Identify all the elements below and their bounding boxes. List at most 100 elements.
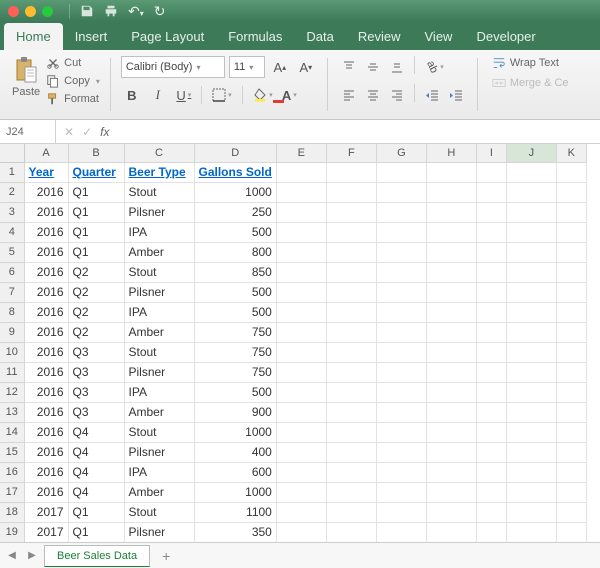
column-header-F[interactable]: F xyxy=(326,144,376,162)
select-all-corner[interactable] xyxy=(0,144,24,162)
undo-icon[interactable]: ↶▾ xyxy=(128,3,144,20)
row-header-10[interactable]: 10 xyxy=(0,342,24,362)
cell-H4[interactable] xyxy=(426,222,476,242)
cell-I19[interactable] xyxy=(476,522,506,542)
cell-I7[interactable] xyxy=(476,282,506,302)
cell-J16[interactable] xyxy=(506,462,556,482)
cell-H15[interactable] xyxy=(426,442,476,462)
cell-C18[interactable]: Stout xyxy=(124,502,194,522)
cell-C2[interactable]: Stout xyxy=(124,182,194,202)
fill-color-button[interactable]: ▾ xyxy=(249,84,277,106)
cell-A10[interactable]: 2016 xyxy=(24,342,68,362)
cell-E15[interactable] xyxy=(276,442,326,462)
row-header-5[interactable]: 5 xyxy=(0,242,24,262)
column-header-G[interactable]: G xyxy=(376,144,426,162)
merge-button[interactable]: Merge & Ce xyxy=(492,76,569,90)
cell-D4[interactable]: 500 xyxy=(194,222,276,242)
cell-G17[interactable] xyxy=(376,482,426,502)
cell-B2[interactable]: Q1 xyxy=(68,182,124,202)
cell-F12[interactable] xyxy=(326,382,376,402)
cell-C1[interactable]: Beer Type xyxy=(124,162,194,182)
cell-E7[interactable] xyxy=(276,282,326,302)
cell-K6[interactable] xyxy=(556,262,586,282)
redo-icon[interactable]: ↻ xyxy=(154,3,166,20)
cell-J5[interactable] xyxy=(506,242,556,262)
cell-H2[interactable] xyxy=(426,182,476,202)
column-header-H[interactable]: H xyxy=(426,144,476,162)
cell-J17[interactable] xyxy=(506,482,556,502)
cell-C10[interactable]: Stout xyxy=(124,342,194,362)
cell-G8[interactable] xyxy=(376,302,426,322)
cell-F16[interactable] xyxy=(326,462,376,482)
cell-F7[interactable] xyxy=(326,282,376,302)
ribbon-tab-data[interactable]: Data xyxy=(294,23,345,50)
window-close[interactable] xyxy=(8,6,19,17)
cell-J7[interactable] xyxy=(506,282,556,302)
cell-D15[interactable]: 400 xyxy=(194,442,276,462)
cell-C13[interactable]: Amber xyxy=(124,402,194,422)
cell-A9[interactable]: 2016 xyxy=(24,322,68,342)
shrink-font-button[interactable]: A▾ xyxy=(295,56,317,78)
cut-button[interactable]: Cut xyxy=(46,56,100,70)
cell-G4[interactable] xyxy=(376,222,426,242)
ribbon-tab-insert[interactable]: Insert xyxy=(63,23,120,50)
cell-K14[interactable] xyxy=(556,422,586,442)
cell-E14[interactable] xyxy=(276,422,326,442)
cell-B3[interactable]: Q1 xyxy=(68,202,124,222)
cell-A15[interactable]: 2016 xyxy=(24,442,68,462)
save-icon[interactable] xyxy=(80,4,94,18)
align-center-button[interactable] xyxy=(362,84,384,106)
cell-J12[interactable] xyxy=(506,382,556,402)
cell-H1[interactable] xyxy=(426,162,476,182)
cell-H17[interactable] xyxy=(426,482,476,502)
cell-K5[interactable] xyxy=(556,242,586,262)
cell-A12[interactable]: 2016 xyxy=(24,382,68,402)
align-left-button[interactable] xyxy=(338,84,360,106)
cell-J1[interactable] xyxy=(506,162,556,182)
cell-F2[interactable] xyxy=(326,182,376,202)
formula-input[interactable] xyxy=(117,120,600,143)
row-header-7[interactable]: 7 xyxy=(0,282,24,302)
cell-J19[interactable] xyxy=(506,522,556,542)
cell-B14[interactable]: Q4 xyxy=(68,422,124,442)
cell-K10[interactable] xyxy=(556,342,586,362)
cancel-formula-icon[interactable]: ✕ xyxy=(64,125,74,139)
cell-B15[interactable]: Q4 xyxy=(68,442,124,462)
cell-A1[interactable]: Year xyxy=(24,162,68,182)
cell-C15[interactable]: Pilsner xyxy=(124,442,194,462)
cell-A6[interactable]: 2016 xyxy=(24,262,68,282)
cell-F4[interactable] xyxy=(326,222,376,242)
accept-formula-icon[interactable]: ✓ xyxy=(82,125,92,139)
column-header-C[interactable]: C xyxy=(124,144,194,162)
cell-H12[interactable] xyxy=(426,382,476,402)
column-header-I[interactable]: I xyxy=(476,144,506,162)
cell-E6[interactable] xyxy=(276,262,326,282)
cell-F18[interactable] xyxy=(326,502,376,522)
cell-H11[interactable] xyxy=(426,362,476,382)
cell-A17[interactable]: 2016 xyxy=(24,482,68,502)
cell-I9[interactable] xyxy=(476,322,506,342)
cell-J13[interactable] xyxy=(506,402,556,422)
row-header-3[interactable]: 3 xyxy=(0,202,24,222)
cell-H13[interactable] xyxy=(426,402,476,422)
cell-D2[interactable]: 1000 xyxy=(194,182,276,202)
cell-I10[interactable] xyxy=(476,342,506,362)
cell-D19[interactable]: 350 xyxy=(194,522,276,542)
cell-G5[interactable] xyxy=(376,242,426,262)
cell-E4[interactable] xyxy=(276,222,326,242)
cell-B4[interactable]: Q1 xyxy=(68,222,124,242)
cell-B5[interactable]: Q1 xyxy=(68,242,124,262)
cell-G14[interactable] xyxy=(376,422,426,442)
cell-K4[interactable] xyxy=(556,222,586,242)
cell-E13[interactable] xyxy=(276,402,326,422)
cell-C17[interactable]: Amber xyxy=(124,482,194,502)
cell-B13[interactable]: Q3 xyxy=(68,402,124,422)
cell-K13[interactable] xyxy=(556,402,586,422)
cell-J3[interactable] xyxy=(506,202,556,222)
cell-K2[interactable] xyxy=(556,182,586,202)
cell-A7[interactable]: 2016 xyxy=(24,282,68,302)
cell-B17[interactable]: Q4 xyxy=(68,482,124,502)
cell-E18[interactable] xyxy=(276,502,326,522)
cell-A4[interactable]: 2016 xyxy=(24,222,68,242)
align-right-button[interactable] xyxy=(386,84,408,106)
